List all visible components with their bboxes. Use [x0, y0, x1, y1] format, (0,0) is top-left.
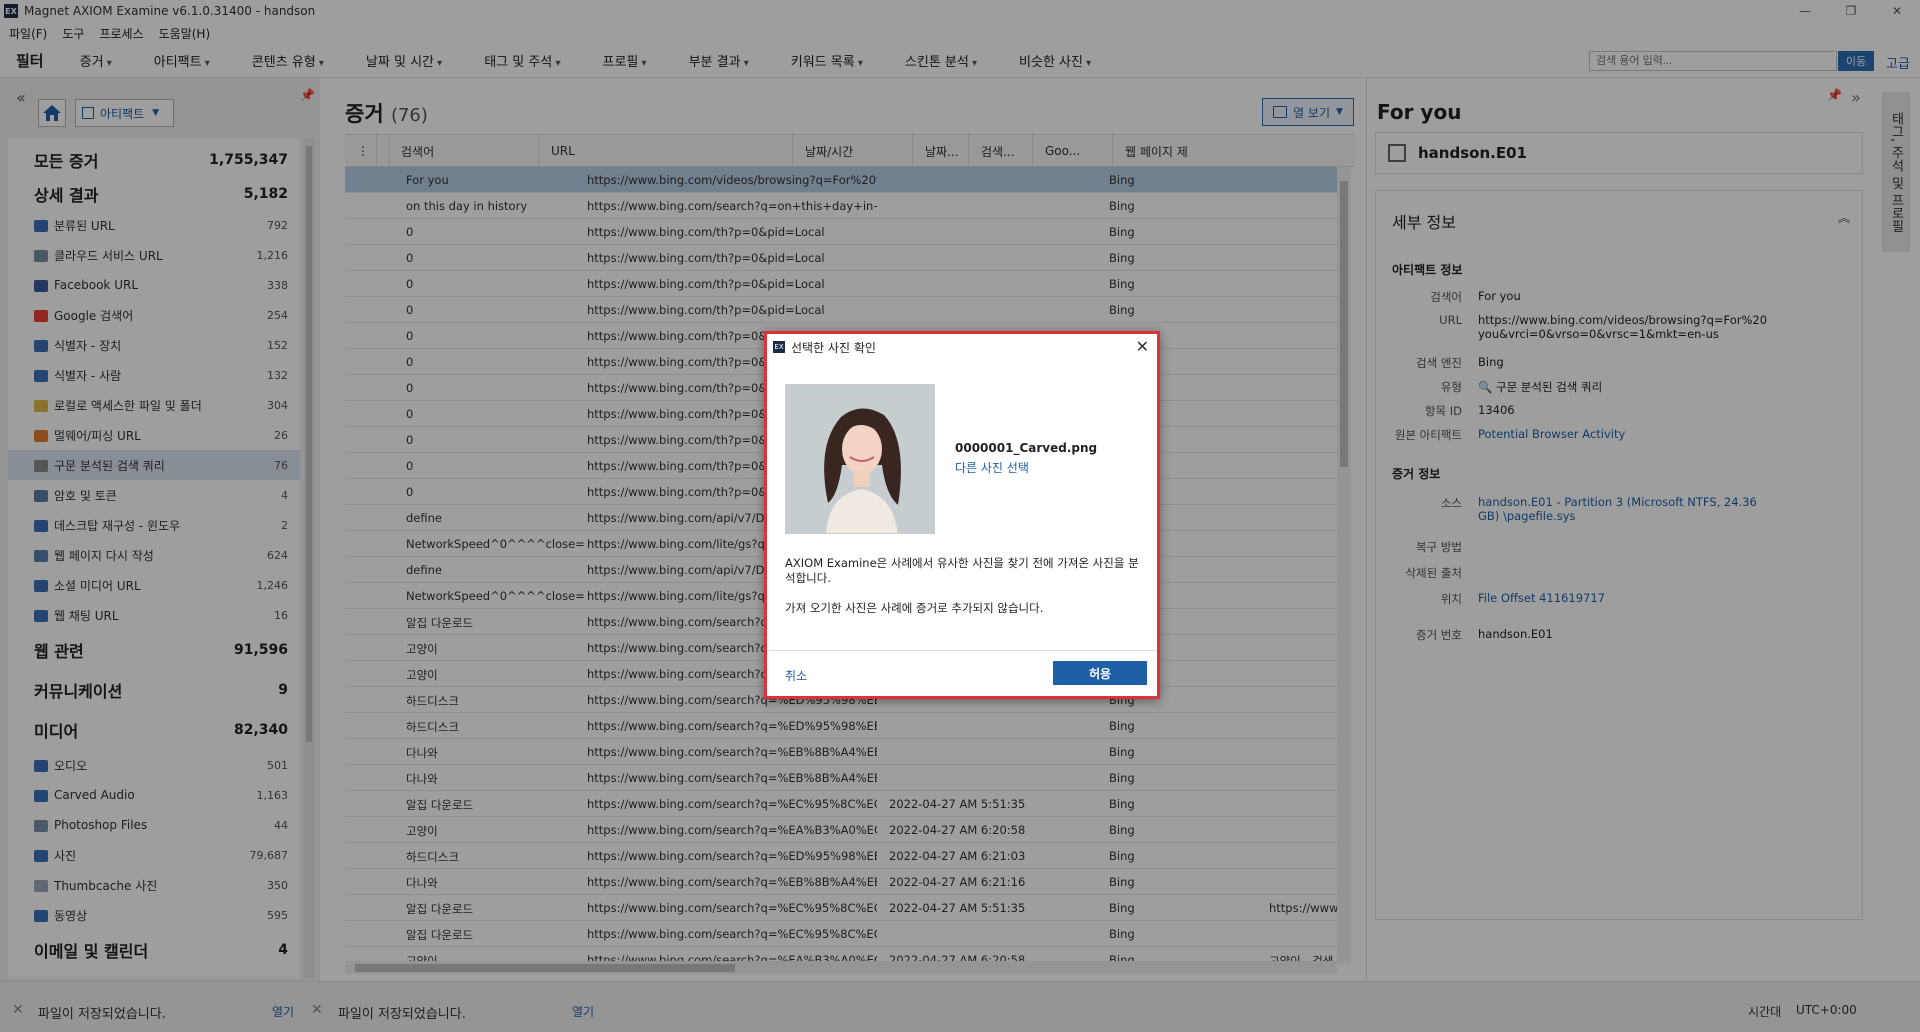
confirm-photo-dialog: EX 선택한 사진 확인 ✕ 0000001_Carved.png 다른 사진 …	[764, 331, 1160, 699]
allow-button[interactable]: 허용	[1053, 661, 1147, 685]
app-logo-icon: EX	[773, 341, 785, 353]
dialog-footer: 취소 허용	[767, 650, 1157, 696]
dialog-title: 선택한 사진 확인	[791, 340, 876, 355]
dialog-message: AXIOM Examine은 사례에서 유사한 사진을 찾기 전에 가져온 사진…	[785, 556, 1140, 616]
dialog-close-button[interactable]: ✕	[1136, 337, 1149, 356]
choose-other-photo-link[interactable]: 다른 사진 선택	[955, 459, 1029, 476]
selected-photo-thumbnail	[785, 384, 935, 534]
cancel-button[interactable]: 취소	[785, 667, 807, 684]
dialog-message-line1: AXIOM Examine은 사례에서 유사한 사진을 찾기 전에 가져온 사진…	[785, 556, 1139, 585]
dialog-message-line2: 가져 오기한 사진은 사례에 증거로 추가되지 않습니다.	[785, 601, 1044, 615]
photo-filename: 0000001_Carved.png	[955, 441, 1098, 455]
dialog-title-bar: EX 선택한 사진 확인 ✕	[767, 334, 1157, 360]
